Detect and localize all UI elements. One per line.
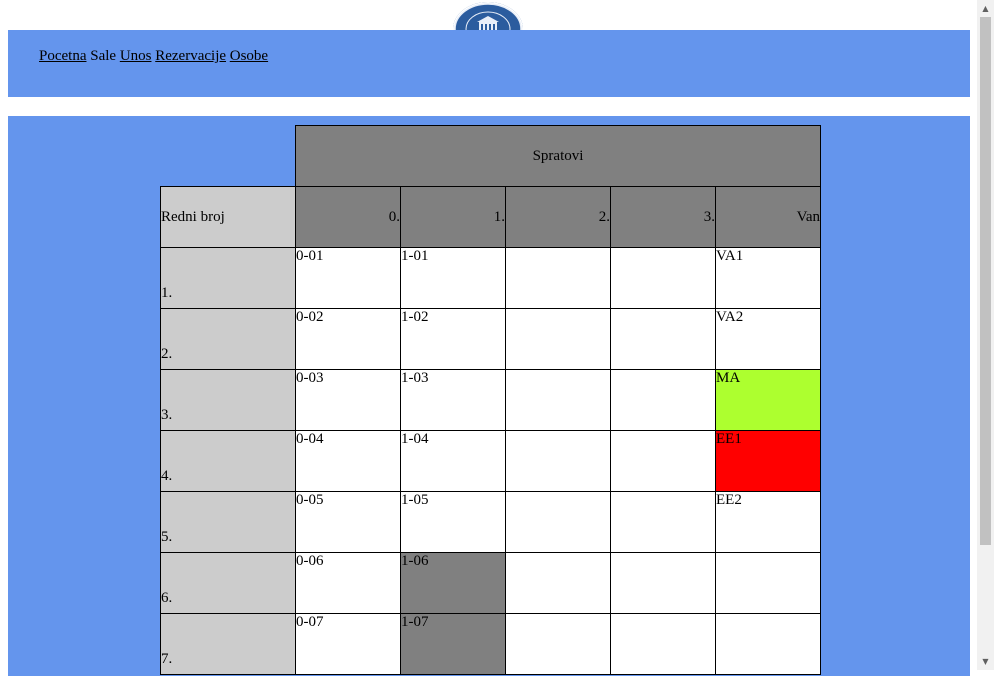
room-cell xyxy=(715,613,821,675)
empty-corner xyxy=(161,126,296,187)
spratovi-header: Spratovi xyxy=(295,125,821,187)
room-cell xyxy=(505,552,611,614)
room-cell[interactable]: 1-02 xyxy=(400,308,506,370)
arrow-down-icon[interactable]: ▼ xyxy=(977,653,994,670)
nav-link-pocetna[interactable]: Pocetna xyxy=(39,48,86,64)
table-row: 7. 0-07 1-07 xyxy=(160,613,821,675)
room-cell[interactable]: 1-06 xyxy=(400,552,506,614)
row-number: 2. xyxy=(160,308,296,370)
floor-header-2: 2. xyxy=(505,186,611,248)
row-number: 4. xyxy=(160,430,296,492)
floor-header-van: Van xyxy=(715,186,821,248)
scrollbar-thumb[interactable] xyxy=(980,17,991,545)
room-cell[interactable]: VA1 xyxy=(715,247,821,309)
main-nav: Pocetna Sale Unos Rezervacije Osobe xyxy=(39,48,268,65)
redni-broj-header: Redni broj xyxy=(160,186,296,248)
room-cell[interactable]: 0-01 xyxy=(295,247,401,309)
room-cell[interactable]: VA2 xyxy=(715,308,821,370)
table-row: 1. 0-01 1-01 VA1 xyxy=(160,247,821,309)
nav-link-rezervacije[interactable]: Rezervacije xyxy=(155,48,226,64)
room-cell[interactable]: 0-07 xyxy=(295,613,401,675)
room-cell xyxy=(610,613,716,675)
floor-header-3: 3. xyxy=(610,186,716,248)
room-cell xyxy=(715,552,821,614)
room-cell xyxy=(505,613,611,675)
room-cell xyxy=(505,430,611,492)
vertical-scrollbar[interactable]: ▲ ▼ xyxy=(977,0,994,670)
room-cell[interactable]: 1-01 xyxy=(400,247,506,309)
floor-header-0: 0. xyxy=(295,186,401,248)
room-cell[interactable]: EE1 xyxy=(715,430,821,492)
content-band: Spratovi Redni broj 0. 1. 2. 3. Van 1. 0-… xyxy=(8,116,970,676)
table-row: 3. 0-03 1-03 MA xyxy=(160,369,821,431)
room-cell[interactable]: 1-05 xyxy=(400,491,506,553)
row-number: 7. xyxy=(160,613,296,675)
room-cell xyxy=(610,430,716,492)
room-cell xyxy=(610,491,716,553)
nav-current-sale: Sale xyxy=(90,48,117,64)
room-cell xyxy=(505,308,611,370)
room-cell[interactable]: 1-03 xyxy=(400,369,506,431)
room-cell[interactable]: 0-04 xyxy=(295,430,401,492)
room-cell[interactable]: 1-04 xyxy=(400,430,506,492)
room-cell[interactable]: 0-05 xyxy=(295,491,401,553)
room-cell[interactable]: 0-06 xyxy=(295,552,401,614)
nav-link-osobe[interactable]: Osobe xyxy=(230,48,268,64)
room-cell xyxy=(505,247,611,309)
floor-header-1: 1. xyxy=(400,186,506,248)
arrow-up-icon[interactable]: ▲ xyxy=(977,0,994,17)
room-cell[interactable]: EE2 xyxy=(715,491,821,553)
nav-link-unos[interactable]: Unos xyxy=(120,48,152,64)
room-cell xyxy=(610,247,716,309)
rooms-table: Spratovi Redni broj 0. 1. 2. 3. Van 1. 0-… xyxy=(160,125,821,675)
row-number: 1. xyxy=(160,247,296,309)
room-cell[interactable]: 0-02 xyxy=(295,308,401,370)
room-cell xyxy=(610,308,716,370)
room-cell xyxy=(610,369,716,431)
table-row: 5. 0-05 1-05 EE2 xyxy=(160,491,821,553)
table-row: 6. 0-06 1-06 xyxy=(160,552,821,614)
room-cell xyxy=(505,491,611,553)
floor-header-row: Redni broj 0. 1. 2. 3. Van xyxy=(160,186,821,248)
table-row: 4. 0-04 1-04 EE1 xyxy=(160,430,821,492)
room-cell xyxy=(610,552,716,614)
room-cell[interactable]: MA xyxy=(715,369,821,431)
room-cell xyxy=(505,369,611,431)
row-number: 3. xyxy=(160,369,296,431)
room-cell[interactable]: 1-07 xyxy=(400,613,506,675)
table-row: 2. 0-02 1-02 VA2 xyxy=(160,308,821,370)
row-number: 6. xyxy=(160,552,296,614)
room-cell[interactable]: 0-03 xyxy=(295,369,401,431)
row-number: 5. xyxy=(160,491,296,553)
group-header-row: Spratovi xyxy=(161,125,821,187)
